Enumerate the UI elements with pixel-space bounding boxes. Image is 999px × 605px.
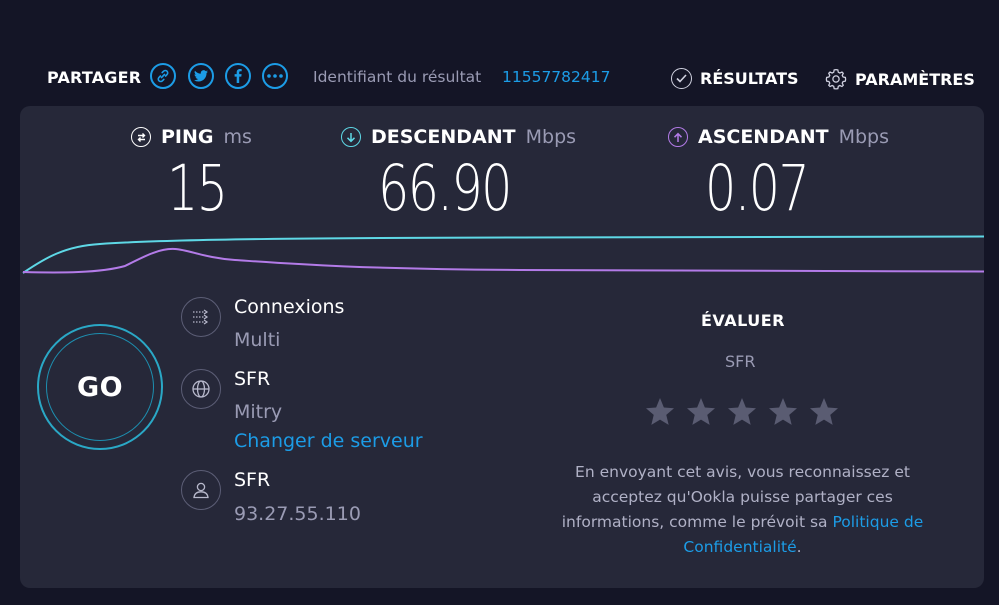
speed-graph <box>22 235 984 274</box>
rate-title: ÉVALUER <box>701 311 785 330</box>
go-button[interactable]: GO <box>37 324 163 450</box>
link-icon <box>157 69 169 83</box>
top-bar: PARTAGER Identifiant du résultat 1155778… <box>0 0 999 105</box>
result-id-label: Identifiant du résultat <box>313 68 482 86</box>
connections-icon <box>181 297 221 337</box>
upload-label: ASCENDANT <box>698 126 829 148</box>
provider-name: SFR <box>234 469 271 491</box>
share-more-button[interactable] <box>262 63 288 89</box>
download-header: DESCENDANT Mbps <box>341 126 576 148</box>
rating-disclaimer: En envoyant cet avis, vous reconnaissez … <box>540 460 945 560</box>
star-icon[interactable] <box>644 396 676 428</box>
rate-isp: SFR <box>725 352 756 371</box>
download-metric: DESCENDANT Mbps 66.90 <box>341 126 576 224</box>
server-location: Mitry <box>234 401 283 423</box>
globe-icon <box>181 369 221 409</box>
provider-ip: 93.27.55.110 <box>234 503 361 525</box>
ping-label: PING <box>161 126 214 148</box>
result-id-link[interactable]: 11557782417 <box>502 68 610 86</box>
star-icon[interactable] <box>685 396 717 428</box>
share-label: PARTAGER <box>47 68 142 87</box>
server-name: SFR <box>234 368 271 390</box>
star-icon[interactable] <box>726 396 758 428</box>
download-unit: Mbps <box>525 126 577 148</box>
go-label: GO <box>46 333 154 441</box>
download-line <box>22 235 984 274</box>
facebook-icon <box>234 69 242 83</box>
star-icon[interactable] <box>767 396 799 428</box>
ping-icon <box>131 127 151 147</box>
upload-value: 0.07 <box>705 152 810 225</box>
results-label: RÉSULTATS <box>700 69 799 88</box>
connections-value: Multi <box>234 329 281 351</box>
settings-label: PARAMÈTRES <box>855 69 975 89</box>
upload-metric: ASCENDANT Mbps 0.07 <box>668 126 889 224</box>
twitter-icon <box>194 70 208 82</box>
change-server-link[interactable]: Changer de serveur <box>234 430 423 452</box>
results-link[interactable]: RÉSULTATS <box>671 68 799 89</box>
check-circle-icon <box>671 68 692 89</box>
upload-unit: Mbps <box>838 126 889 148</box>
user-icon <box>181 470 221 510</box>
share-facebook-button[interactable] <box>225 63 251 89</box>
settings-link[interactable]: PARAMÈTRES <box>825 68 975 90</box>
upload-header: ASCENDANT Mbps <box>668 126 889 148</box>
rating-stars <box>644 396 840 428</box>
upload-line <box>22 247 984 274</box>
gear-icon <box>825 69 847 90</box>
share-link-button[interactable] <box>150 63 176 89</box>
ping-unit: ms <box>223 126 252 148</box>
upload-arrow-icon <box>668 127 688 147</box>
connections-title: Connexions <box>234 296 345 318</box>
ping-header: PING ms <box>131 126 252 148</box>
more-icon <box>267 74 283 78</box>
results-panel: PING ms 15 DESCENDANT Mbps 66.90 ASCENDA… <box>20 106 984 588</box>
disclaimer-end: . <box>796 538 802 556</box>
download-arrow-icon <box>341 127 361 147</box>
ping-metric: PING ms 15 <box>131 126 252 224</box>
download-value: 66.90 <box>378 152 512 225</box>
share-twitter-button[interactable] <box>188 63 214 89</box>
download-label: DESCENDANT <box>371 126 516 148</box>
star-icon[interactable] <box>808 396 840 428</box>
ping-value: 15 <box>167 152 228 225</box>
